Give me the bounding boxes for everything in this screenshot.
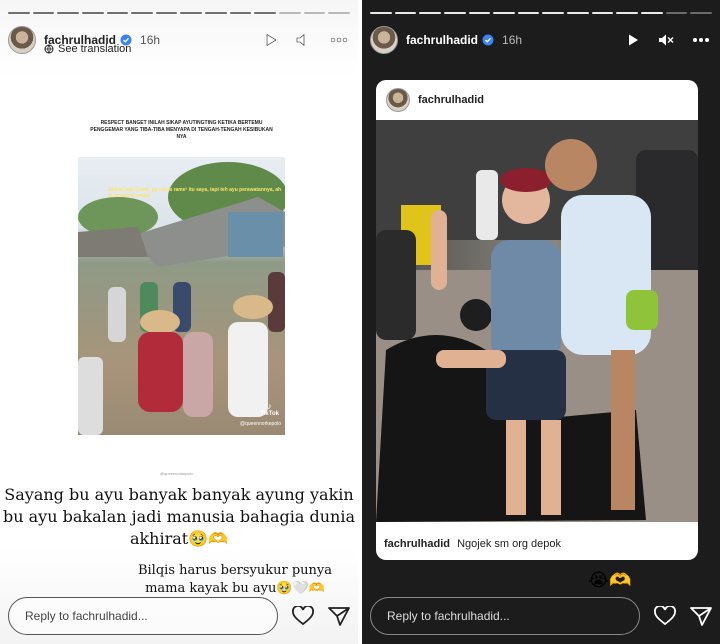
post-caption: fachrulhadid Ngojek sm org depok bbox=[384, 538, 561, 550]
heart-icon[interactable] bbox=[292, 606, 314, 626]
verified-badge-icon bbox=[482, 34, 494, 46]
post-header: fachrulhadid bbox=[376, 80, 698, 120]
story-header: fachrulhadid 16h bbox=[370, 24, 710, 56]
video-caption: RESPECT BANGET INILAH SIKAP AYUTINGTING … bbox=[90, 120, 273, 140]
post-photo-illustration bbox=[376, 120, 698, 522]
see-translation-label: See translation bbox=[58, 43, 132, 55]
play-icon[interactable] bbox=[264, 33, 278, 47]
video-overlay-text: Giliran ada Emak² yg minta rame² itu say… bbox=[108, 187, 282, 199]
more-icon[interactable] bbox=[692, 37, 710, 43]
post-time: 16h bbox=[502, 33, 523, 47]
story-progress bbox=[8, 12, 350, 14]
shared-post-card[interactable]: fachrulhadid fachrulhadid Ngojek sm org … bbox=[376, 80, 698, 560]
send-icon[interactable] bbox=[328, 606, 350, 626]
video-watermark: @queennorkepolo bbox=[160, 471, 193, 476]
caption-text: Ngojek sm org depok bbox=[457, 538, 562, 550]
story-caption-secondary: Bilqis harus bersyukur punya mama kayak … bbox=[137, 563, 333, 596]
reply-bar: Reply to fachrulhadid... bbox=[8, 596, 350, 636]
avatar[interactable] bbox=[386, 88, 410, 112]
reply-input[interactable]: Reply to fachrulhadid... bbox=[8, 597, 278, 635]
story-left: fachrulhadid 16h See translation RESPECT… bbox=[0, 0, 358, 644]
tiktok-icon: ♪ bbox=[267, 401, 272, 411]
story-right: fachrulhadid 16h fachrulhadid fachrulhad… bbox=[362, 0, 720, 644]
avatar[interactable] bbox=[370, 26, 398, 54]
send-icon[interactable] bbox=[690, 606, 712, 626]
avatar[interactable] bbox=[8, 26, 36, 54]
play-icon[interactable] bbox=[626, 33, 640, 47]
reply-input[interactable]: Reply to fachrulhadid... bbox=[370, 597, 640, 635]
reply-bar: Reply to fachrulhadid... bbox=[370, 596, 712, 636]
video-frame: Giliran ada Emak² yg minta rame² itu say… bbox=[78, 157, 285, 435]
story-progress bbox=[370, 12, 712, 14]
volume-icon[interactable] bbox=[296, 33, 312, 47]
more-icon[interactable] bbox=[330, 37, 348, 43]
tiktok-logo: ♪ TikTok bbox=[260, 401, 279, 417]
tiktok-video[interactable]: RESPECT BANGET INILAH SIKAP AYUTINGTING … bbox=[78, 110, 285, 435]
tiktok-handle: @queennorkepolo bbox=[240, 421, 281, 427]
post-time: 16h bbox=[140, 33, 161, 47]
post-username[interactable]: fachrulhadid bbox=[418, 94, 484, 106]
translate-icon bbox=[44, 44, 54, 54]
story-caption-main: Sayang bu ayu banyak banyak ayung yakin … bbox=[3, 485, 355, 548]
tiktok-label: TikTok bbox=[260, 411, 279, 417]
heart-icon[interactable] bbox=[654, 606, 676, 626]
see-translation-link[interactable]: See translation bbox=[44, 43, 131, 55]
caption-username[interactable]: fachrulhadid bbox=[384, 538, 450, 550]
post-photo bbox=[376, 120, 698, 522]
mute-icon[interactable] bbox=[658, 33, 674, 47]
reaction-emojis: 😭🫶 bbox=[588, 570, 632, 590]
username[interactable]: fachrulhadid bbox=[406, 33, 478, 47]
